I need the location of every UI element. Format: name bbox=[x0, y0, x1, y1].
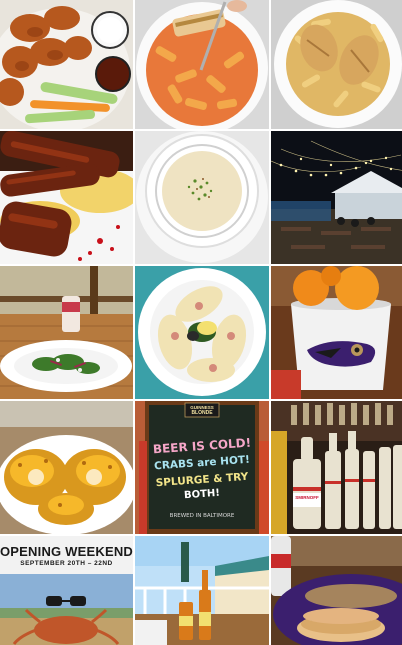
orange-bucket-image bbox=[271, 266, 402, 399]
beer-deck-image bbox=[135, 536, 269, 645]
soup-image bbox=[135, 131, 269, 264]
ribs-image bbox=[0, 131, 133, 264]
salad-image bbox=[0, 266, 133, 399]
photo-salad-patio[interactable] bbox=[0, 266, 133, 399]
photo-opening-weekend[interactable]: OPENING WEEKEND SEPTEMBER 20TH – 22ND bbox=[0, 536, 133, 645]
chalkboard-footer: BREWED IN BALTIMORE bbox=[169, 513, 235, 519]
photo-soup[interactable] bbox=[135, 131, 269, 264]
photo-wings[interactable] bbox=[0, 0, 133, 129]
photo-grid: GUINNESS BLONDE BEER IS COLD! CRABS are … bbox=[0, 0, 402, 645]
promo-dates: SEPTEMBER 20TH – 22ND bbox=[20, 560, 113, 567]
photo-penne-sauce[interactable] bbox=[135, 0, 269, 129]
photo-penne-chicken[interactable] bbox=[271, 0, 402, 129]
bar-bottles-image bbox=[271, 401, 402, 534]
photo-bar-bottles[interactable]: SMIRNOFF bbox=[271, 401, 402, 534]
sandwich-image bbox=[271, 536, 402, 645]
bottle-label: SMIRNOFF bbox=[295, 495, 319, 500]
photo-crab-cakes[interactable] bbox=[135, 266, 269, 399]
photo-patio-night[interactable] bbox=[271, 131, 402, 264]
penne-sauce-image bbox=[135, 0, 269, 129]
chalkboard-brand-sub: BLONDE bbox=[191, 410, 213, 416]
penne-chicken-image bbox=[271, 0, 402, 129]
photo-ribs[interactable] bbox=[0, 131, 133, 264]
pretzel-image bbox=[0, 401, 133, 534]
patio-image bbox=[271, 131, 402, 264]
photo-orange-bucket[interactable] bbox=[271, 266, 402, 399]
wings-image bbox=[0, 0, 133, 129]
promo-title: OPENING WEEKEND bbox=[0, 544, 133, 559]
photo-beer-deck[interactable] bbox=[135, 536, 269, 645]
crab-cakes-image bbox=[135, 266, 269, 399]
photo-pretzel[interactable] bbox=[0, 401, 133, 534]
photo-sandwich-ravens[interactable] bbox=[271, 536, 402, 645]
photo-chalkboard[interactable]: GUINNESS BLONDE BEER IS COLD! CRABS are … bbox=[135, 401, 269, 534]
